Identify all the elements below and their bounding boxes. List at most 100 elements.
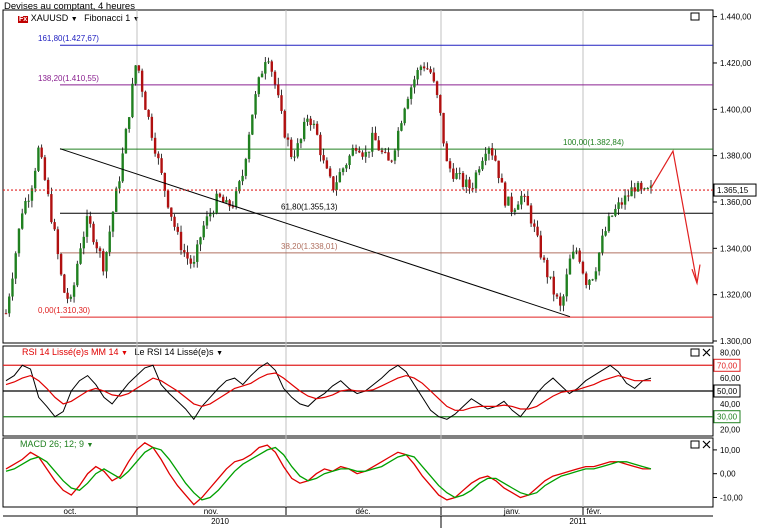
candle-body <box>555 294 559 297</box>
x-month-label-4: févr. <box>586 507 601 516</box>
candle-body <box>280 95 283 111</box>
candle-body <box>533 223 536 227</box>
candle-body <box>267 61 270 63</box>
y-tick-label-0: 1.440,00 <box>720 13 752 22</box>
candle-body <box>448 161 452 169</box>
candle-body <box>140 70 144 92</box>
candle-body <box>270 61 273 72</box>
candle-body <box>588 279 591 285</box>
candle-body <box>510 196 513 212</box>
candle-body <box>520 195 523 205</box>
candle-body <box>442 112 445 144</box>
rsi-tick-label-5: 30,00 <box>717 413 738 422</box>
candle-body <box>215 193 218 214</box>
candle-body <box>614 208 617 216</box>
candle-body <box>490 148 494 156</box>
fib-level-label-1: 138,20(1.410,55) <box>38 74 99 83</box>
candle-body <box>565 274 568 297</box>
candle-body <box>390 160 393 162</box>
fib-level-label-5: 0,00(1.310,30) <box>38 306 90 315</box>
candle-body <box>529 205 533 224</box>
candle-body <box>160 158 163 173</box>
candle-body <box>322 155 325 161</box>
fib-level-label-0: 161,80(1.427,67) <box>38 34 99 43</box>
candle-body <box>134 65 137 84</box>
candle-body <box>643 188 646 190</box>
candle-body <box>244 158 248 176</box>
candle-body <box>478 169 481 173</box>
candle-body <box>98 248 102 252</box>
candle-body <box>290 139 293 157</box>
candle-body <box>578 250 581 262</box>
candle-body <box>384 152 387 154</box>
candle-body <box>617 202 620 209</box>
candle-body <box>131 83 134 118</box>
candle-body <box>27 200 30 202</box>
candle-body <box>523 195 526 197</box>
candle-body <box>76 263 79 286</box>
candle-body <box>630 187 633 197</box>
candle-body <box>452 168 455 179</box>
candle-body <box>247 134 251 159</box>
arrow-head-icon <box>691 264 701 286</box>
candle-body <box>341 168 345 173</box>
candle-body <box>620 202 624 205</box>
x-month-label-0: oct. <box>64 507 77 516</box>
candle-body <box>17 228 21 254</box>
candle-body <box>43 157 47 180</box>
candle-body <box>461 173 465 187</box>
candle-body <box>163 172 167 191</box>
candle-body <box>102 251 105 272</box>
candle-body <box>597 252 601 272</box>
candle-body <box>335 182 338 191</box>
candle-body <box>387 152 390 161</box>
close-icon[interactable] <box>702 440 711 449</box>
x-year-label-1: 2011 <box>569 517 587 526</box>
candle-body <box>228 200 231 207</box>
candle-body <box>591 279 594 281</box>
candle-body <box>260 73 264 78</box>
candle-body <box>419 66 423 71</box>
candle-body <box>594 271 598 280</box>
candle-body <box>546 259 549 278</box>
candle-body <box>568 258 572 275</box>
y-tick-label-3: 1.380,00 <box>720 152 752 161</box>
candle-body <box>367 151 371 153</box>
candle-body <box>328 168 332 177</box>
candle-body <box>403 108 406 124</box>
candle-body <box>296 143 299 157</box>
candle-body <box>364 152 367 157</box>
x-month-label-2: déc. <box>355 507 370 516</box>
candle-body <box>371 132 374 152</box>
candle-body <box>202 225 205 238</box>
rsi-tick-label-0: 80,00 <box>720 348 741 357</box>
candle-body <box>11 278 14 297</box>
candle-body <box>277 84 280 96</box>
close-icon[interactable] <box>702 348 711 357</box>
candle-body <box>302 121 306 140</box>
maximize-icon <box>690 12 700 21</box>
candle-body <box>516 204 520 210</box>
candle-body <box>487 148 491 154</box>
candle-body <box>147 109 150 117</box>
candle-body <box>53 222 56 230</box>
candle-body <box>283 110 286 138</box>
macd-tick-label-2: -10,00 <box>720 493 743 502</box>
candle-body <box>124 128 128 154</box>
candle-body <box>144 91 147 110</box>
candle-body <box>225 200 228 203</box>
candle-body <box>358 150 361 153</box>
candles-group <box>4 57 653 317</box>
candle-body <box>208 214 212 217</box>
candle-body <box>24 201 27 214</box>
candle-body <box>513 209 517 212</box>
candle-body <box>507 196 510 206</box>
candle-body <box>108 231 111 253</box>
candle-body <box>332 176 335 191</box>
candle-body <box>63 274 66 293</box>
candle-body <box>422 66 426 69</box>
candle-body <box>299 139 303 144</box>
candle-body <box>610 215 614 217</box>
candle-body <box>137 65 141 71</box>
candle-body <box>325 160 329 169</box>
